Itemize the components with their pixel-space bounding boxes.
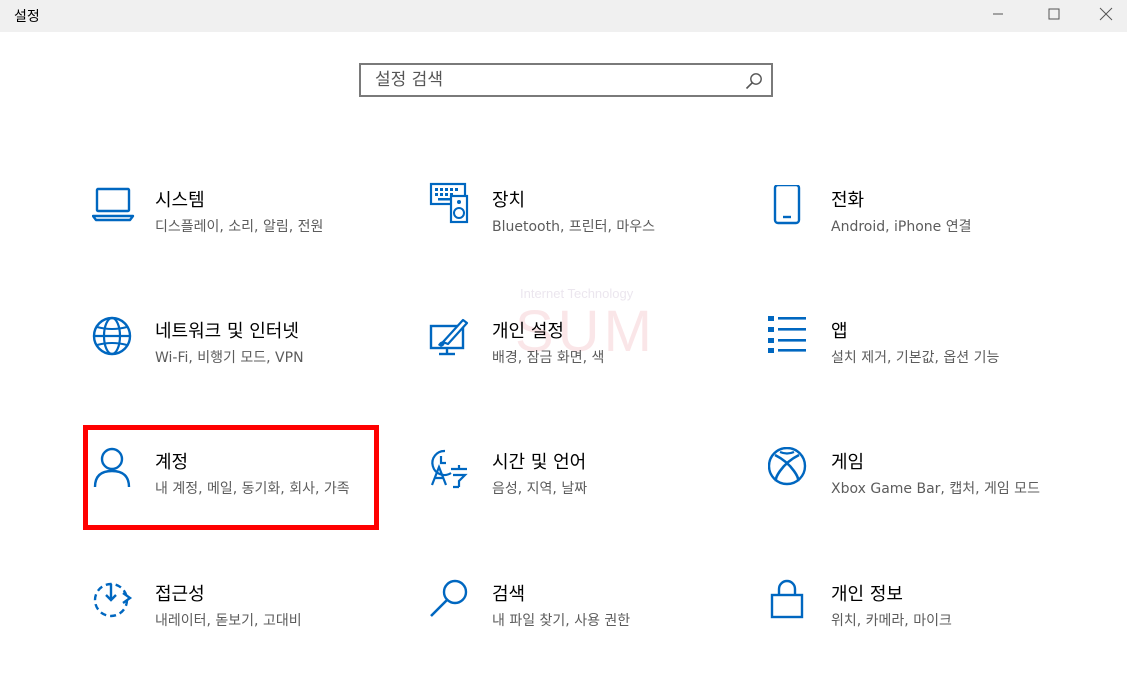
tile-network-internet[interactable]: 네트워크 및 인터넷 Wi-Fi, 비행기 모드, VPN [92, 316, 382, 416]
xbox-icon [768, 447, 807, 486]
tile-name: 장치 [492, 190, 526, 211]
tile-accounts[interactable]: 계정 내 계정, 메일, 동기화, 회사, 가족 [92, 447, 382, 547]
search-magnifier-icon[interactable] [745, 72, 763, 90]
tile-description: 배경, 잠금 화면, 색 [492, 350, 605, 366]
person-icon [93, 447, 131, 488]
tile-name: 검색 [492, 584, 526, 605]
maximize-button[interactable] [1031, 0, 1077, 28]
tile-description: Xbox Game Bar, 캡처, 게임 모드 [831, 481, 1040, 497]
title-bar: 설정 [0, 0, 1127, 32]
accessibility-timer-icon [93, 582, 133, 618]
search-input[interactable] [361, 65, 731, 95]
tile-name: 시스템 [155, 190, 205, 211]
tile-gaming[interactable]: 게임 Xbox Game Bar, 캡처, 게임 모드 [768, 447, 1058, 547]
close-icon [1099, 7, 1113, 21]
tile-name: 접근성 [155, 584, 205, 605]
paint-brush-icon [429, 318, 469, 356]
tile-name: 개인 설정 [492, 321, 564, 342]
tile-devices[interactable]: 장치 Bluetooth, 프린터, 마우스 [429, 182, 719, 282]
tile-description: 내 파일 찾기, 사용 권한 [492, 613, 631, 629]
tile-name: 계정 [155, 452, 189, 473]
tile-name: 앱 [831, 321, 848, 342]
tile-apps[interactable]: 앱 설치 제거, 기본값, 옵션 기능 [768, 316, 1058, 416]
app-list-icon [768, 316, 806, 353]
tile-personalization[interactable]: 개인 설정 배경, 잠금 화면, 색 [429, 316, 719, 416]
tile-ease-of-access[interactable]: 접근성 내레이터, 돋보기, 고대비 [92, 579, 382, 679]
keyboard-speaker-icon [429, 182, 469, 224]
tile-privacy[interactable]: 개인 정보 위치, 카메라, 마이크 [768, 579, 1058, 679]
tile-description: 내레이터, 돋보기, 고대비 [155, 613, 302, 629]
laptop-icon [92, 187, 135, 222]
tile-description: 음성, 지역, 날짜 [492, 481, 588, 497]
tile-name: 전화 [831, 190, 865, 211]
tile-description: Wi-Fi, 비행기 모드, VPN [155, 350, 304, 366]
tile-description: 위치, 카메라, 마이크 [831, 613, 952, 629]
tile-phone[interactable]: 전화 Android, iPhone 연결 [768, 185, 1058, 285]
tile-time-language[interactable]: 시간 및 언어 음성, 지역, 날짜 [429, 447, 719, 547]
watermark-subtitle: Internet Technology [520, 286, 634, 301]
phone-icon [773, 185, 801, 225]
time-language-icon [430, 449, 468, 489]
search-icon [430, 579, 468, 617]
tile-description: Android, iPhone 연결 [831, 219, 972, 235]
minimize-icon [993, 13, 1003, 15]
tile-description: Bluetooth, 프린터, 마우스 [492, 219, 656, 235]
tile-name: 네트워크 및 인터넷 [155, 321, 299, 342]
lock-icon [770, 579, 804, 619]
search-box[interactable] [359, 63, 773, 97]
tile-system[interactable]: 시스템 디스플레이, 소리, 알림, 전원 [92, 185, 382, 285]
window-title: 설정 [14, 9, 40, 25]
tile-description: 설치 제거, 기본값, 옵션 기능 [831, 350, 1000, 366]
tile-name: 개인 정보 [831, 584, 903, 605]
globe-icon [92, 316, 132, 356]
tile-search[interactable]: 검색 내 파일 찾기, 사용 권한 [429, 579, 719, 679]
tile-name: 게임 [831, 452, 865, 473]
tile-description: 내 계정, 메일, 동기화, 회사, 가족 [155, 481, 350, 497]
close-button[interactable] [1083, 0, 1127, 28]
tile-description: 디스플레이, 소리, 알림, 전원 [155, 219, 324, 235]
maximize-icon [1048, 8, 1060, 20]
minimize-button[interactable] [975, 0, 1021, 28]
tile-name: 시간 및 언어 [492, 452, 587, 473]
